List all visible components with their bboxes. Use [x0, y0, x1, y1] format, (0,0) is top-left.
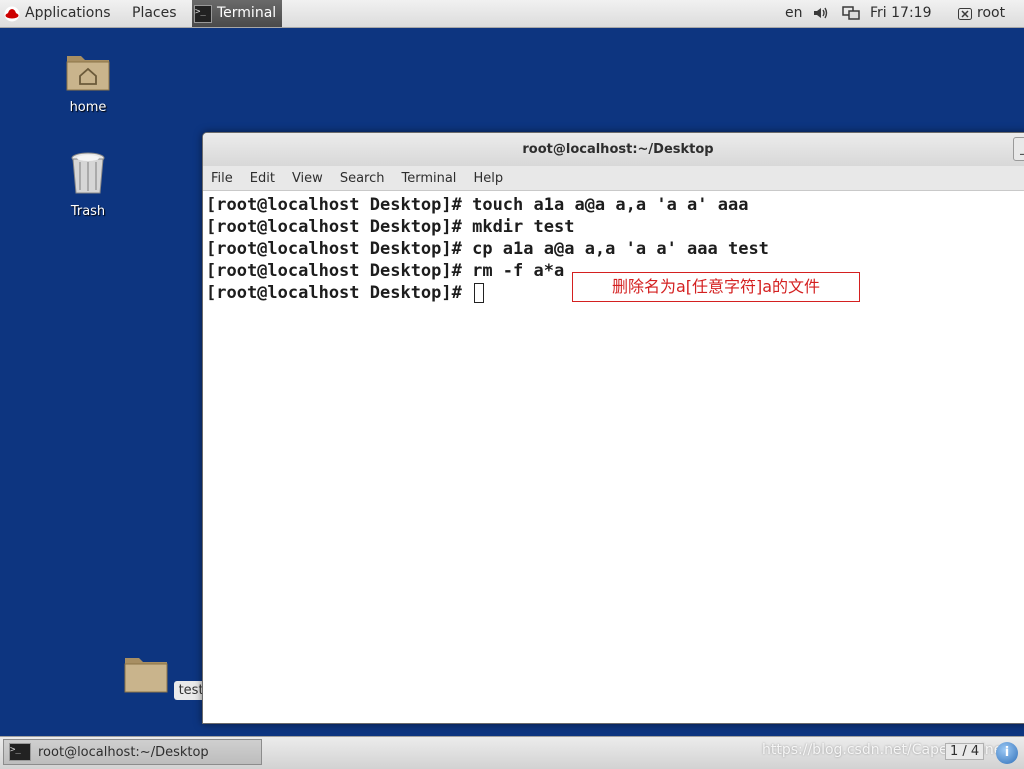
notification-icon[interactable]: i [996, 742, 1018, 764]
menu-help[interactable]: Help [473, 171, 503, 186]
text-cursor [474, 283, 485, 303]
folder-icon [124, 658, 168, 693]
menu-search[interactable]: Search [340, 171, 385, 186]
menu-view[interactable]: View [292, 171, 323, 186]
desktop-test-folder[interactable]: test [121, 654, 211, 700]
terminal-line: [root@localhost Desktop]# touch a1a a@a … [206, 195, 749, 215]
desktop-trash[interactable]: Trash [43, 150, 133, 219]
volume-icon[interactable] [813, 0, 829, 27]
taskbar-terminal-label: root@localhost:~/Desktop [38, 744, 209, 760]
places-menu[interactable]: Places [132, 0, 177, 27]
terminal-line: [root@localhost Desktop]# mkdir test [206, 217, 575, 237]
menu-file[interactable]: File [211, 171, 233, 186]
terminal-menu[interactable]: >_ Terminal [192, 0, 282, 27]
desktop-home[interactable]: home [43, 50, 133, 115]
applications-menu[interactable]: Applications [4, 0, 111, 27]
bottom-panel: >_ root@localhost:~/Desktop https://blog… [0, 736, 1024, 769]
network-icon[interactable] [842, 0, 860, 27]
user-label: root [977, 5, 1006, 21]
trash-label: Trash [70, 204, 106, 219]
menubar: File Edit View Search Terminal Help [203, 166, 1024, 191]
home-label: home [69, 100, 107, 115]
applications-label: Applications [25, 5, 111, 21]
workspace-switcher[interactable]: 1 / 4 [945, 743, 985, 760]
minimize-button[interactable]: _ [1013, 137, 1024, 161]
redhat-logo-icon [4, 6, 20, 21]
terminal-label: Terminal [217, 5, 277, 21]
language-indicator[interactable]: en [785, 0, 803, 27]
window-titlebar[interactable]: root@localhost:~/Desktop _ [203, 133, 1024, 166]
menu-terminal[interactable]: Terminal [401, 171, 456, 186]
user-menu[interactable]: root [958, 0, 1005, 27]
taskbar-terminal-button[interactable]: >_ root@localhost:~/Desktop [3, 739, 262, 765]
trash-icon [71, 152, 105, 194]
annotation-box: 删除名为a[任意字符]a的文件 [572, 272, 860, 302]
terminal-prompt: [root@localhost Desktop]# [206, 283, 473, 303]
home-folder-icon [66, 56, 110, 91]
user-icon [958, 7, 972, 20]
clock[interactable]: Fri 17:19 [870, 0, 931, 27]
terminal-icon: >_ [9, 743, 31, 761]
top-panel: Applications Places >_ Terminal en Fri 1… [0, 0, 1024, 28]
menu-edit[interactable]: Edit [250, 171, 275, 186]
terminal-icon: >_ [194, 4, 212, 23]
terminal-line: [root@localhost Desktop]# cp a1a a@a a,a… [206, 239, 769, 259]
terminal-window[interactable]: root@localhost:~/Desktop _ File Edit Vie… [202, 132, 1024, 724]
window-title: root@localhost:~/Desktop [522, 142, 714, 157]
terminal-output[interactable]: [root@localhost Desktop]# touch a1a a@a … [203, 191, 1024, 723]
